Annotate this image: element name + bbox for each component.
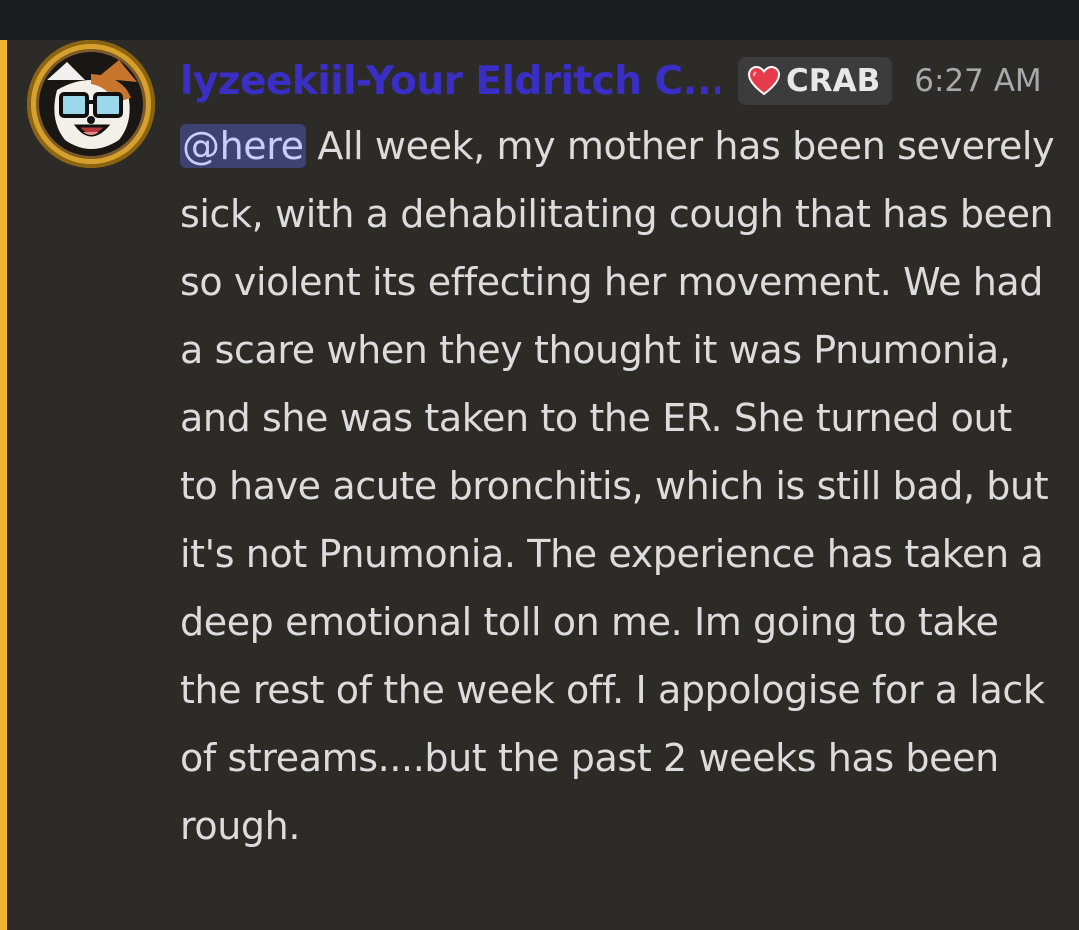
role-label: CRAB	[786, 63, 881, 99]
fox-avatar-icon	[31, 44, 151, 164]
heart-icon	[748, 66, 780, 96]
chat-message: lyzeekiil-Your Eldritch C... CRAB 6:27 A…	[0, 40, 1079, 930]
message-header: lyzeekiil-Your Eldritch C... CRAB 6:27 A…	[180, 53, 1060, 109]
message-text: All week, my mother has been severely si…	[180, 124, 1055, 848]
mention-here[interactable]: @here	[180, 124, 306, 168]
avatar[interactable]	[27, 40, 155, 168]
role-tag[interactable]: CRAB	[738, 57, 893, 105]
message-content: @here All week, my mother has been sever…	[180, 112, 1060, 860]
mention-highlight-stripe	[0, 40, 7, 930]
top-bar	[0, 0, 1079, 40]
timestamp[interactable]: 6:27 AM	[914, 63, 1041, 99]
author-name[interactable]: lyzeekiil-Your Eldritch C...	[180, 59, 720, 104]
